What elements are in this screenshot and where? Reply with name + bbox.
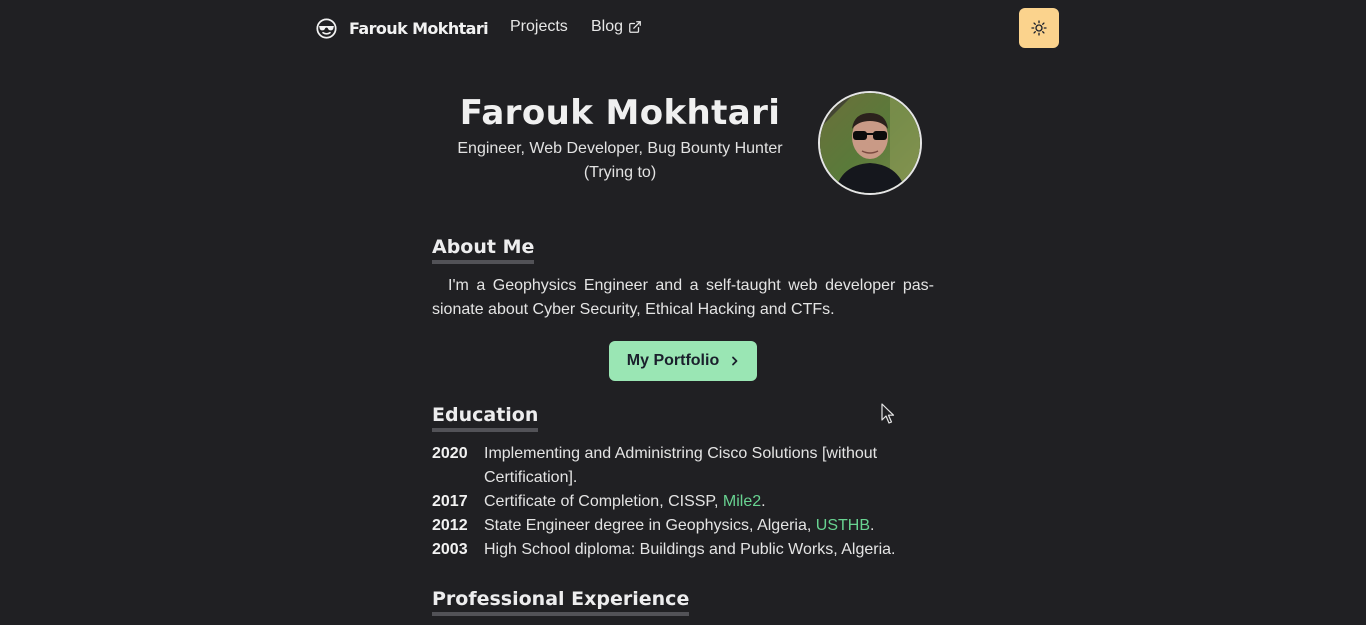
education-description-text: Certificate of Completion, CISSP,	[484, 493, 723, 510]
avatar	[818, 91, 922, 195]
education-year: 2017	[432, 493, 468, 510]
education-item: 2012 State Engineer degree in Geophysics…	[432, 514, 912, 538]
education-description: State Engineer degree in Geophysics, Alg…	[484, 514, 874, 538]
top-navbar: Farouk Mokhtari Projects Blog	[0, 0, 1366, 56]
mouse-cursor-icon	[881, 403, 895, 424]
education-item: 2017 Certificate of Completion, CISSP, M…	[432, 490, 912, 514]
hero-subtitle-note: (Trying to)	[583, 164, 657, 181]
hero-name: Farouk Mokhtari	[459, 93, 781, 133]
external-link-icon	[629, 21, 641, 33]
education-description-suffix: .	[761, 493, 766, 510]
about-text: I'm a Geophysics Engineer and a self-tau…	[432, 277, 934, 318]
hero-subtitle: Engineer, Web Developer, Bug Bounty Hunt…	[420, 137, 820, 185]
education-description: Certificate of Completion, CISSP, Mile2.	[484, 490, 766, 514]
usthb-link[interactable]: USTHB	[816, 517, 870, 534]
education-list: 2020 Implementing and Administring Cisco…	[432, 442, 912, 562]
nav-link-blog-label: Blog	[591, 18, 624, 35]
education-description: High School diploma: Buildings and Publi…	[484, 541, 896, 558]
my-portfolio-button-label: My Portfolio	[626, 352, 720, 369]
about-section-title: About Me	[432, 236, 535, 264]
education-item: 2003 High School diploma: Buildings and …	[432, 538, 912, 562]
education-description-suffix: .	[870, 517, 875, 534]
experience-section-title: Professional Experience	[432, 588, 690, 616]
mile2-link[interactable]: Mile2	[723, 493, 761, 510]
theme-toggle-button[interactable]	[1019, 8, 1059, 48]
sun-icon	[1031, 20, 1047, 36]
brand-name: Farouk Mokhtari	[349, 19, 489, 38]
education-section-title: Education	[432, 404, 539, 432]
nav-link-projects[interactable]: Projects	[510, 18, 568, 36]
sunglasses-face-icon	[316, 18, 337, 39]
nav-link-blog[interactable]: Blog	[591, 18, 642, 36]
brand-logo-link[interactable]: Farouk Mokhtari	[316, 18, 489, 39]
education-item: 2020 Implementing and Administring Cisco…	[432, 442, 912, 490]
chevron-right-icon	[732, 356, 738, 366]
my-portfolio-button[interactable]: My Portfolio	[609, 341, 757, 381]
education-description: Implementing and Administring Cisco Solu…	[484, 445, 878, 486]
education-year: 2012	[432, 517, 468, 534]
nav-link-projects-label: Projects	[510, 18, 568, 35]
education-year: 2020	[432, 445, 468, 462]
education-description-text: State Engineer degree in Geophysics, Alg…	[484, 517, 816, 534]
avatar-photo	[820, 93, 920, 193]
hero-subtitle-roles: Engineer, Web Developer, Bug Bounty Hunt…	[457, 140, 783, 157]
education-year: 2003	[432, 541, 468, 558]
